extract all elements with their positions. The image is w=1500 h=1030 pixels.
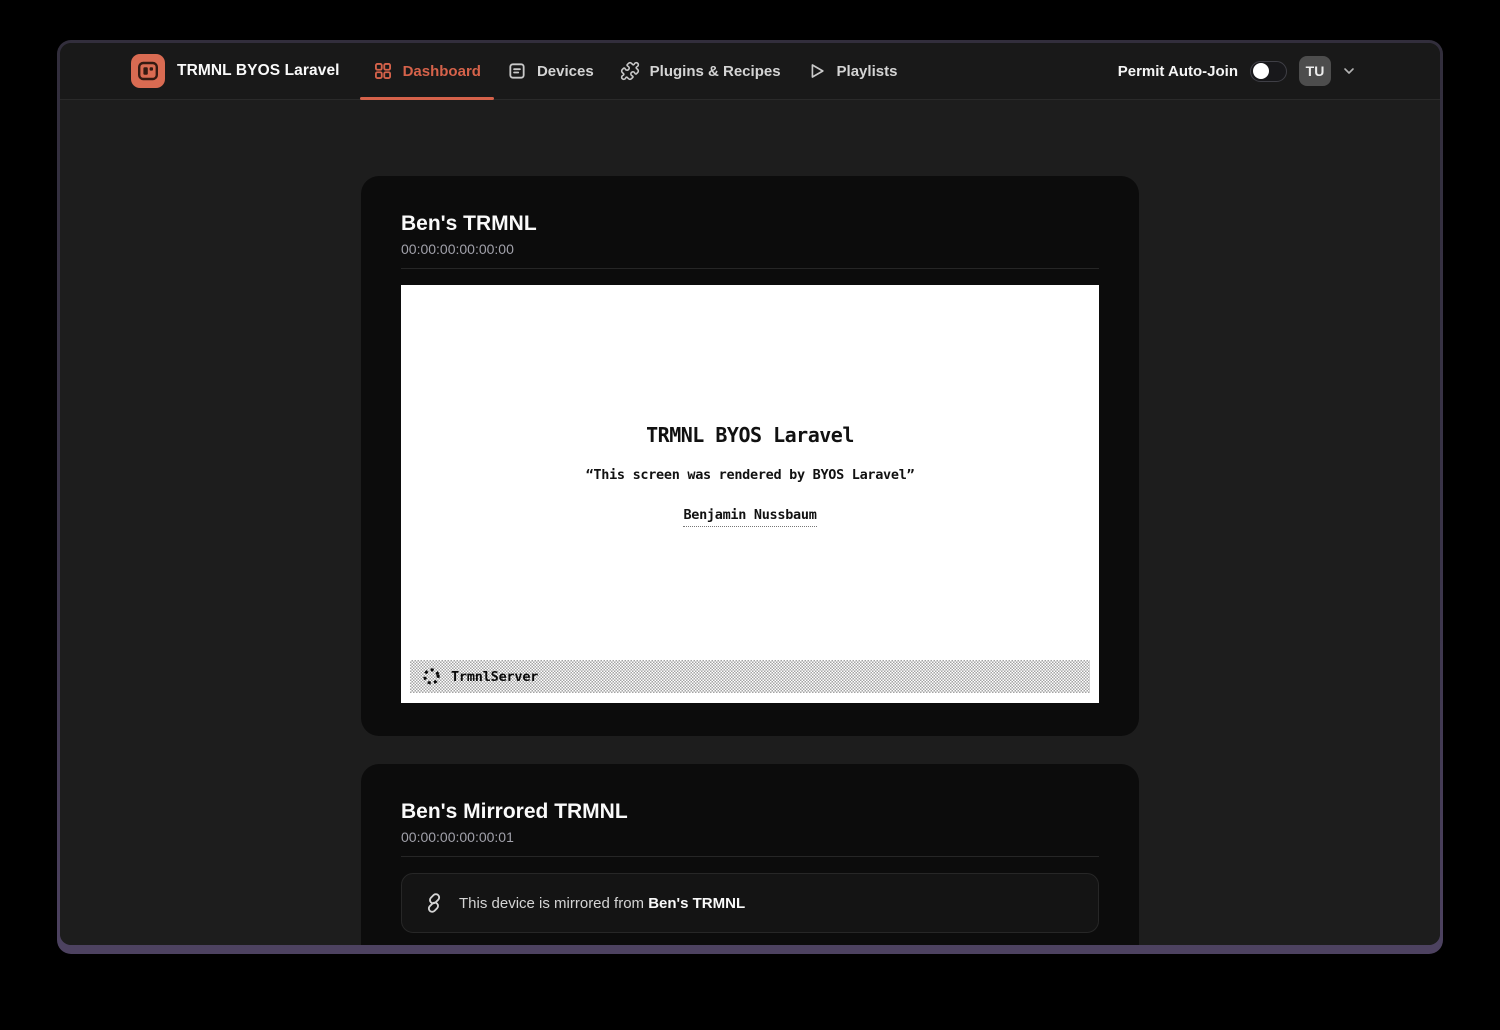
- tab-devices[interactable]: Devices: [494, 43, 607, 99]
- tab-playlists[interactable]: Playlists: [794, 43, 911, 99]
- nav-tabs: Dashboard Devices: [360, 43, 911, 99]
- device-screen-preview: TRMNL BYOS Laravel “This screen was rend…: [401, 285, 1099, 703]
- nav-right-controls: Permit Auto-Join TU: [1118, 56, 1357, 86]
- grid-icon: [373, 61, 393, 81]
- tab-playlists-label: Playlists: [837, 63, 898, 80]
- chevron-down-icon[interactable]: [1341, 63, 1357, 79]
- app-window: TRMNL BYOS Laravel Dashboard: [57, 40, 1443, 954]
- mirror-source-device-link[interactable]: Ben's TRMNL: [648, 895, 745, 912]
- mirror-notice-prefix: This device is mirrored from: [459, 895, 648, 912]
- top-nav: TRMNL BYOS Laravel Dashboard: [60, 43, 1440, 100]
- mirror-notice-text: This device is mirrored from Ben's TRMNL: [459, 895, 745, 912]
- permit-auto-join-label: Permit Auto-Join: [1118, 63, 1238, 80]
- card-divider: [401, 856, 1099, 857]
- device-card-bens-mirrored-trmnl: Ben's Mirrored TRMNL 00:00:00:00:00:01 T…: [361, 764, 1139, 945]
- trmnl-logo-icon: [131, 54, 165, 88]
- play-icon: [807, 61, 827, 81]
- device-mac-address: 00:00:00:00:00:01: [401, 829, 1099, 845]
- screen-author: Benjamin Nussbaum: [683, 507, 816, 527]
- tab-plugins-recipes-label: Plugins & Recipes: [650, 63, 781, 80]
- screen-author-wrap: Benjamin Nussbaum: [401, 504, 1099, 527]
- brand-home-link[interactable]: TRMNL BYOS Laravel: [131, 54, 340, 88]
- tab-devices-label: Devices: [537, 63, 594, 80]
- device-mac-address: 00:00:00:00:00:00: [401, 241, 1099, 257]
- toggle-knob: [1253, 63, 1269, 79]
- user-avatar[interactable]: TU: [1299, 56, 1331, 86]
- screen-status-bar: TrmnlServer: [410, 660, 1090, 693]
- device-name: Ben's Mirrored TRMNL: [401, 800, 1099, 824]
- device-list-icon: [507, 61, 527, 81]
- spinner-icon: [421, 666, 442, 687]
- screen-status-label: TrmnlServer: [451, 669, 538, 685]
- puzzle-icon: [620, 61, 640, 81]
- screen-title: TRMNL BYOS Laravel: [401, 425, 1099, 445]
- dashboard-content: Ben's TRMNL 00:00:00:00:00:00 TRMNL BYOS…: [60, 100, 1440, 945]
- device-card-bens-trmnl: Ben's TRMNL 00:00:00:00:00:00 TRMNL BYOS…: [361, 176, 1139, 736]
- device-name: Ben's TRMNL: [401, 212, 1099, 236]
- link-icon: [423, 892, 445, 914]
- brand-name: TRMNL BYOS Laravel: [177, 62, 340, 80]
- tab-dashboard-label: Dashboard: [403, 63, 481, 80]
- card-divider: [401, 268, 1099, 269]
- screen-quote: “This screen was rendered by BYOS Larave…: [401, 467, 1099, 483]
- app-window-content: TRMNL BYOS Laravel Dashboard: [60, 43, 1440, 945]
- permit-auto-join-toggle[interactable]: [1250, 61, 1287, 82]
- tab-dashboard[interactable]: Dashboard: [360, 43, 494, 99]
- mirror-notice: This device is mirrored from Ben's TRMNL: [401, 873, 1099, 933]
- tab-plugins-recipes[interactable]: Plugins & Recipes: [607, 43, 794, 99]
